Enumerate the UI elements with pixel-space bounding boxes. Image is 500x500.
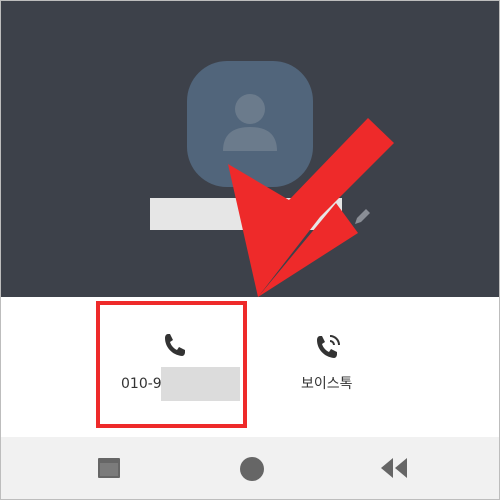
phone-number-redacted bbox=[161, 367, 240, 401]
profile-avatar[interactable] bbox=[187, 61, 313, 187]
action-area bbox=[1, 297, 499, 437]
voicetalk-action[interactable] bbox=[281, 301, 381, 425]
person-icon bbox=[223, 94, 277, 151]
voicetalk-label: 보이스톡 bbox=[301, 376, 353, 392]
call-number-label: 010-9 bbox=[121, 376, 162, 392]
back-icon[interactable] bbox=[379, 456, 409, 480]
recent-apps-icon[interactable] bbox=[97, 456, 121, 480]
voice-call-icon[interactable] bbox=[314, 330, 344, 360]
contact-profile-screen: 010-9 보이스톡 bbox=[0, 0, 500, 500]
contact-name-redacted bbox=[150, 198, 342, 230]
phone-icon[interactable] bbox=[163, 332, 187, 358]
home-icon[interactable] bbox=[239, 456, 265, 482]
call-action[interactable] bbox=[97, 301, 245, 425]
pencil-icon[interactable] bbox=[351, 206, 373, 228]
